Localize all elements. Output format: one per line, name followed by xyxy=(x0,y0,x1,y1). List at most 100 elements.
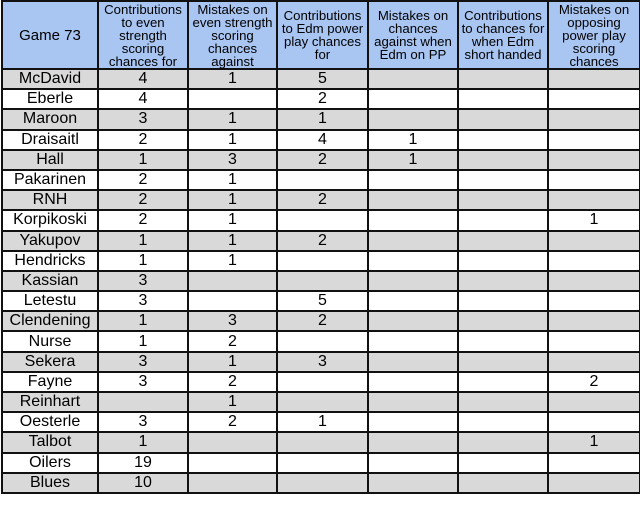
pp-mistakes-against-cell xyxy=(367,249,459,272)
table-row: Letestu 3 5 xyxy=(1,290,640,313)
sh-contributions-for-cell xyxy=(457,350,549,373)
es-contributions-for-cell: 19 xyxy=(97,451,189,474)
es-mistakes-against-cell xyxy=(187,451,278,474)
player-name-cell: Talbot xyxy=(1,431,99,454)
es-contributions-for-cell: 2 xyxy=(97,168,189,192)
pp-contributions-for-cell: 5 xyxy=(276,67,369,91)
table-row: Yakupov 1 1 2 xyxy=(1,229,640,252)
pp-contributions-for-cell xyxy=(276,168,369,192)
opp-pp-mistakes-cell xyxy=(547,168,640,192)
es-mistakes-against-cell: 2 xyxy=(187,370,278,394)
table-row: Oesterle 3 2 1 xyxy=(1,411,640,434)
opp-pp-mistakes-cell xyxy=(547,350,640,373)
opp-pp-mistakes-cell xyxy=(547,330,640,353)
pp-contributions-for-cell xyxy=(276,269,369,293)
table-row: Hall 1 3 2 1 xyxy=(1,148,640,171)
pp-mistakes-against-cell xyxy=(367,471,459,494)
pp-contributions-for-cell xyxy=(276,370,369,394)
table-row: Maroon 3 1 1 xyxy=(1,108,640,131)
pp-mistakes-against-cell xyxy=(367,330,459,353)
es-mistakes-against-cell xyxy=(187,471,278,494)
table-row: Nurse 1 2 xyxy=(1,330,640,353)
sh-contributions-for-cell xyxy=(457,431,549,454)
sh-contributions-for-cell xyxy=(457,310,549,333)
pp-contributions-for-cell: 3 xyxy=(276,350,369,373)
table-row: Hendricks 1 1 xyxy=(1,249,640,272)
header-opp-pp-mistakes: Mistakes on opposing power play scoring … xyxy=(547,0,640,70)
pp-mistakes-against-cell xyxy=(367,411,459,434)
es-contributions-for-cell: 2 xyxy=(97,189,189,212)
es-contributions-for-cell: 1 xyxy=(97,431,189,454)
sh-contributions-for-cell xyxy=(457,67,549,91)
header-pp-contributions-for: Contributions to Edm power play chances … xyxy=(276,0,369,70)
pp-mistakes-against-cell xyxy=(367,67,459,91)
es-mistakes-against-cell xyxy=(187,290,278,313)
pp-contributions-for-cell: 4 xyxy=(276,128,369,151)
header-sh-contributions-for: Contributions to chances for when Edm sh… xyxy=(457,0,549,70)
opp-pp-mistakes-cell xyxy=(547,189,640,212)
es-mistakes-against-cell: 3 xyxy=(187,310,278,333)
sh-contributions-for-cell xyxy=(457,249,549,272)
sh-contributions-for-cell xyxy=(457,229,549,252)
es-mistakes-against-cell: 3 xyxy=(187,148,278,171)
table-row: Eberle 4 2 xyxy=(1,88,640,111)
es-contributions-for-cell: 1 xyxy=(97,330,189,353)
player-name-cell: McDavid xyxy=(1,67,99,91)
opp-pp-mistakes-cell xyxy=(547,411,640,434)
table-row: Fayne 3 2 2 xyxy=(1,370,640,394)
pp-contributions-for-cell xyxy=(276,209,369,232)
pp-mistakes-against-cell xyxy=(367,209,459,232)
pp-mistakes-against-cell xyxy=(367,350,459,373)
sh-contributions-for-cell xyxy=(457,269,549,293)
player-name-cell: Draisaitl xyxy=(1,128,99,151)
es-mistakes-against-cell: 1 xyxy=(187,67,278,91)
es-contributions-for-cell: 4 xyxy=(97,88,189,111)
pp-mistakes-against-cell xyxy=(367,189,459,212)
pp-contributions-for-cell: 2 xyxy=(276,310,369,333)
player-name-cell: Maroon xyxy=(1,108,99,131)
es-contributions-for-cell: 3 xyxy=(97,269,189,293)
sh-contributions-for-cell xyxy=(457,108,549,131)
es-contributions-for-cell: 3 xyxy=(97,108,189,131)
opp-pp-mistakes-cell xyxy=(547,67,640,91)
pp-contributions-for-cell xyxy=(276,431,369,454)
pp-contributions-for-cell: 2 xyxy=(276,148,369,171)
table-row: Clendening 1 3 2 xyxy=(1,310,640,333)
es-mistakes-against-cell: 1 xyxy=(187,390,278,414)
table-row: Oilers 19 xyxy=(1,451,640,474)
pp-contributions-for-cell: 1 xyxy=(276,411,369,434)
opp-pp-mistakes-cell xyxy=(547,249,640,272)
es-mistakes-against-cell: 1 xyxy=(187,128,278,151)
pp-contributions-for-cell: 2 xyxy=(276,88,369,111)
pp-mistakes-against-cell: 1 xyxy=(367,148,459,171)
es-mistakes-against-cell: 2 xyxy=(187,330,278,353)
es-contributions-for-cell: 3 xyxy=(97,350,189,373)
header-es-mistakes-against: Mistakes on even strength scoring chance… xyxy=(187,0,278,70)
es-contributions-for-cell: 3 xyxy=(97,370,189,394)
opp-pp-mistakes-cell xyxy=(547,128,640,151)
table-row: Reinhart 1 xyxy=(1,390,640,414)
pp-contributions-for-cell: 5 xyxy=(276,290,369,313)
opp-pp-mistakes-cell xyxy=(547,451,640,474)
pp-contributions-for-cell xyxy=(276,451,369,474)
es-contributions-for-cell: 2 xyxy=(97,209,189,232)
pp-mistakes-against-cell xyxy=(367,108,459,131)
player-name-cell: RNH xyxy=(1,189,99,212)
sh-contributions-for-cell xyxy=(457,88,549,111)
pp-mistakes-against-cell xyxy=(367,451,459,474)
player-name-cell: Hall xyxy=(1,148,99,171)
es-contributions-for-cell: 3 xyxy=(97,411,189,434)
pp-mistakes-against-cell xyxy=(367,269,459,293)
opp-pp-mistakes-cell xyxy=(547,471,640,494)
table-row: Draisaitl 2 1 4 1 xyxy=(1,128,640,151)
es-mistakes-against-cell: 1 xyxy=(187,168,278,192)
sh-contributions-for-cell xyxy=(457,330,549,353)
table-row: Blues 10 xyxy=(1,471,640,494)
sh-contributions-for-cell xyxy=(457,189,549,212)
opp-pp-mistakes-cell xyxy=(547,88,640,111)
opp-pp-mistakes-cell xyxy=(547,229,640,252)
es-contributions-for-cell: 3 xyxy=(97,290,189,313)
sh-contributions-for-cell xyxy=(457,411,549,434)
es-contributions-for-cell: 10 xyxy=(97,471,189,494)
sh-contributions-for-cell xyxy=(457,451,549,474)
